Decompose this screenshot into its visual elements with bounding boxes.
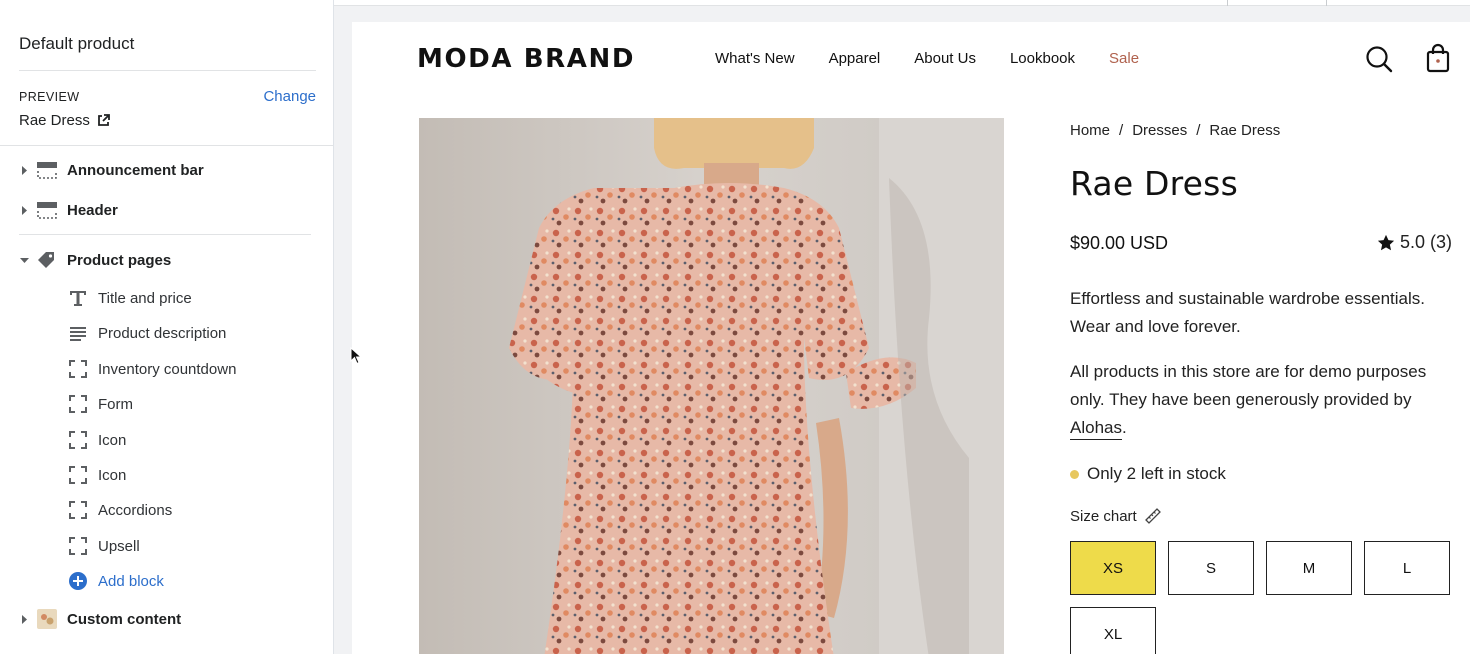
stock-dot-icon bbox=[1070, 469, 1079, 479]
top-toolbar-strip bbox=[334, 0, 1470, 6]
section-custom-content[interactable]: Custom content bbox=[0, 601, 333, 637]
sidebar-header: Default product PREVIEW Change Rae Dress bbox=[0, 0, 333, 146]
block-product-description[interactable]: Product description bbox=[0, 315, 333, 351]
breadcrumb-home[interactable]: Home bbox=[1070, 122, 1110, 139]
breadcrumb-separator: / bbox=[1196, 122, 1201, 139]
layout-section-icon bbox=[37, 162, 57, 179]
star-icon bbox=[1377, 234, 1395, 250]
breadcrumb-separator: / bbox=[1119, 122, 1124, 139]
divider bbox=[19, 234, 311, 235]
toolbar-divider bbox=[1326, 0, 1327, 6]
product-title: Rae Dress bbox=[1070, 164, 1238, 203]
stock-indicator: Only 2 left in stock bbox=[1070, 464, 1226, 484]
nav-lookbook[interactable]: Lookbook bbox=[1010, 50, 1075, 67]
preview-product[interactable]: Rae Dress bbox=[19, 112, 110, 129]
block-label: Product description bbox=[98, 324, 227, 342]
block-label: Icon bbox=[98, 466, 127, 484]
chevron-right-icon[interactable] bbox=[20, 205, 29, 215]
paragraph-icon bbox=[70, 327, 86, 341]
chevron-right-icon[interactable] bbox=[20, 614, 29, 624]
breadcrumb-dresses[interactable]: Dresses bbox=[1132, 122, 1187, 139]
block-placeholder-icon bbox=[69, 395, 87, 413]
nav-sale[interactable]: Sale bbox=[1109, 50, 1139, 67]
block-label: Inventory countdown bbox=[98, 360, 237, 378]
toolbar-divider bbox=[1227, 0, 1228, 6]
block-label: Accordions bbox=[98, 501, 173, 519]
template-name[interactable]: Default product bbox=[19, 34, 134, 54]
rating-value: 5.0 (3) bbox=[1399, 232, 1452, 252]
block-accordions[interactable]: Accordions bbox=[0, 492, 333, 528]
block-placeholder-icon bbox=[69, 466, 87, 484]
add-block-label: Add block bbox=[98, 572, 164, 590]
block-title-and-price[interactable]: Title and price bbox=[0, 280, 333, 316]
demo-notice-end: . bbox=[1121, 418, 1127, 437]
preview-product-name: Rae Dress bbox=[19, 112, 90, 129]
breadcrumb-current: Rae Dress bbox=[1209, 122, 1281, 139]
search-icon[interactable] bbox=[1365, 45, 1393, 73]
block-placeholder-icon bbox=[69, 537, 87, 555]
product-price: $90.00 USD bbox=[1070, 233, 1169, 253]
block-icon[interactable]: Icon bbox=[0, 422, 333, 458]
section-label: Product pages bbox=[67, 251, 172, 269]
theme-editor: Default product PREVIEW Change Rae Dress bbox=[0, 0, 1470, 654]
brand-logo[interactable]: MODA BRAND bbox=[417, 44, 635, 74]
shopping-bag-icon[interactable] bbox=[1426, 43, 1450, 73]
block-upsell[interactable]: Upsell bbox=[0, 528, 333, 564]
mouse-cursor-icon bbox=[350, 347, 362, 365]
alohas-link[interactable]: Alohas bbox=[1070, 418, 1122, 437]
block-label: Title and price bbox=[98, 289, 192, 307]
preview-label: PREVIEW bbox=[19, 90, 80, 104]
block-form[interactable]: Form bbox=[0, 386, 333, 422]
editor-sidebar: Default product PREVIEW Change Rae Dress bbox=[0, 0, 334, 654]
block-icon[interactable]: Icon bbox=[0, 457, 333, 493]
store-preview: MODA BRAND What's New Apparel About Us L… bbox=[352, 22, 1470, 654]
layout-header-icon bbox=[37, 202, 57, 219]
tag-icon bbox=[38, 252, 54, 268]
block-label: Icon bbox=[98, 431, 127, 449]
size-option-l[interactable]: L bbox=[1364, 541, 1450, 595]
section-product-pages[interactable]: Product pages bbox=[0, 242, 333, 278]
size-option-xs[interactable]: XS bbox=[1070, 541, 1156, 595]
stock-text: Only 2 left in stock bbox=[1087, 464, 1226, 483]
size-chart-label: Size chart bbox=[1070, 507, 1137, 525]
block-placeholder-icon bbox=[69, 501, 87, 519]
section-header[interactable]: Header bbox=[0, 192, 333, 228]
demo-notice-text: All products in this store are for demo … bbox=[1070, 362, 1427, 409]
block-placeholder-icon bbox=[69, 431, 87, 449]
block-placeholder-icon bbox=[69, 360, 87, 378]
chevron-right-icon[interactable] bbox=[20, 165, 29, 175]
block-label: Upsell bbox=[98, 537, 140, 555]
size-option-s[interactable]: S bbox=[1168, 541, 1254, 595]
section-label: Announcement bar bbox=[67, 161, 204, 179]
add-block-button[interactable]: Add block bbox=[0, 563, 333, 599]
dress-photo-illustration bbox=[419, 118, 1004, 654]
external-link-icon bbox=[97, 114, 110, 126]
section-announcement-bar[interactable]: Announcement bar bbox=[0, 152, 333, 188]
size-chart-link[interactable]: Size chart bbox=[1070, 507, 1162, 525]
size-option-xl[interactable]: XL bbox=[1070, 607, 1156, 654]
block-label: Form bbox=[98, 395, 133, 413]
change-preview-link[interactable]: Change bbox=[263, 88, 316, 105]
size-option-m[interactable]: M bbox=[1266, 541, 1352, 595]
section-label: Custom content bbox=[67, 610, 182, 628]
chevron-down-icon[interactable] bbox=[20, 256, 29, 265]
product-image[interactable] bbox=[419, 118, 1004, 654]
demo-notice: All products in this store are for demo … bbox=[1070, 358, 1450, 442]
section-label: Header bbox=[67, 201, 118, 219]
main-nav: What's New Apparel About Us Lookbook Sal… bbox=[715, 50, 1173, 67]
nav-about-us[interactable]: About Us bbox=[914, 50, 976, 67]
divider bbox=[19, 70, 316, 71]
ruler-icon bbox=[1144, 508, 1161, 524]
block-inventory-countdown[interactable]: Inventory countdown bbox=[0, 351, 333, 387]
product-description: Effortless and sustainable wardrobe esse… bbox=[1070, 289, 1425, 336]
text-icon bbox=[70, 291, 86, 306]
product-rating[interactable]: 5.0 (3) bbox=[1377, 232, 1452, 253]
plus-circle-icon bbox=[69, 572, 87, 590]
nav-whats-new[interactable]: What's New bbox=[715, 50, 795, 67]
image-thumbnail-icon bbox=[37, 609, 57, 629]
nav-apparel[interactable]: Apparel bbox=[829, 50, 881, 67]
breadcrumb: Home / Dresses / Rae Dress bbox=[1070, 122, 1280, 139]
